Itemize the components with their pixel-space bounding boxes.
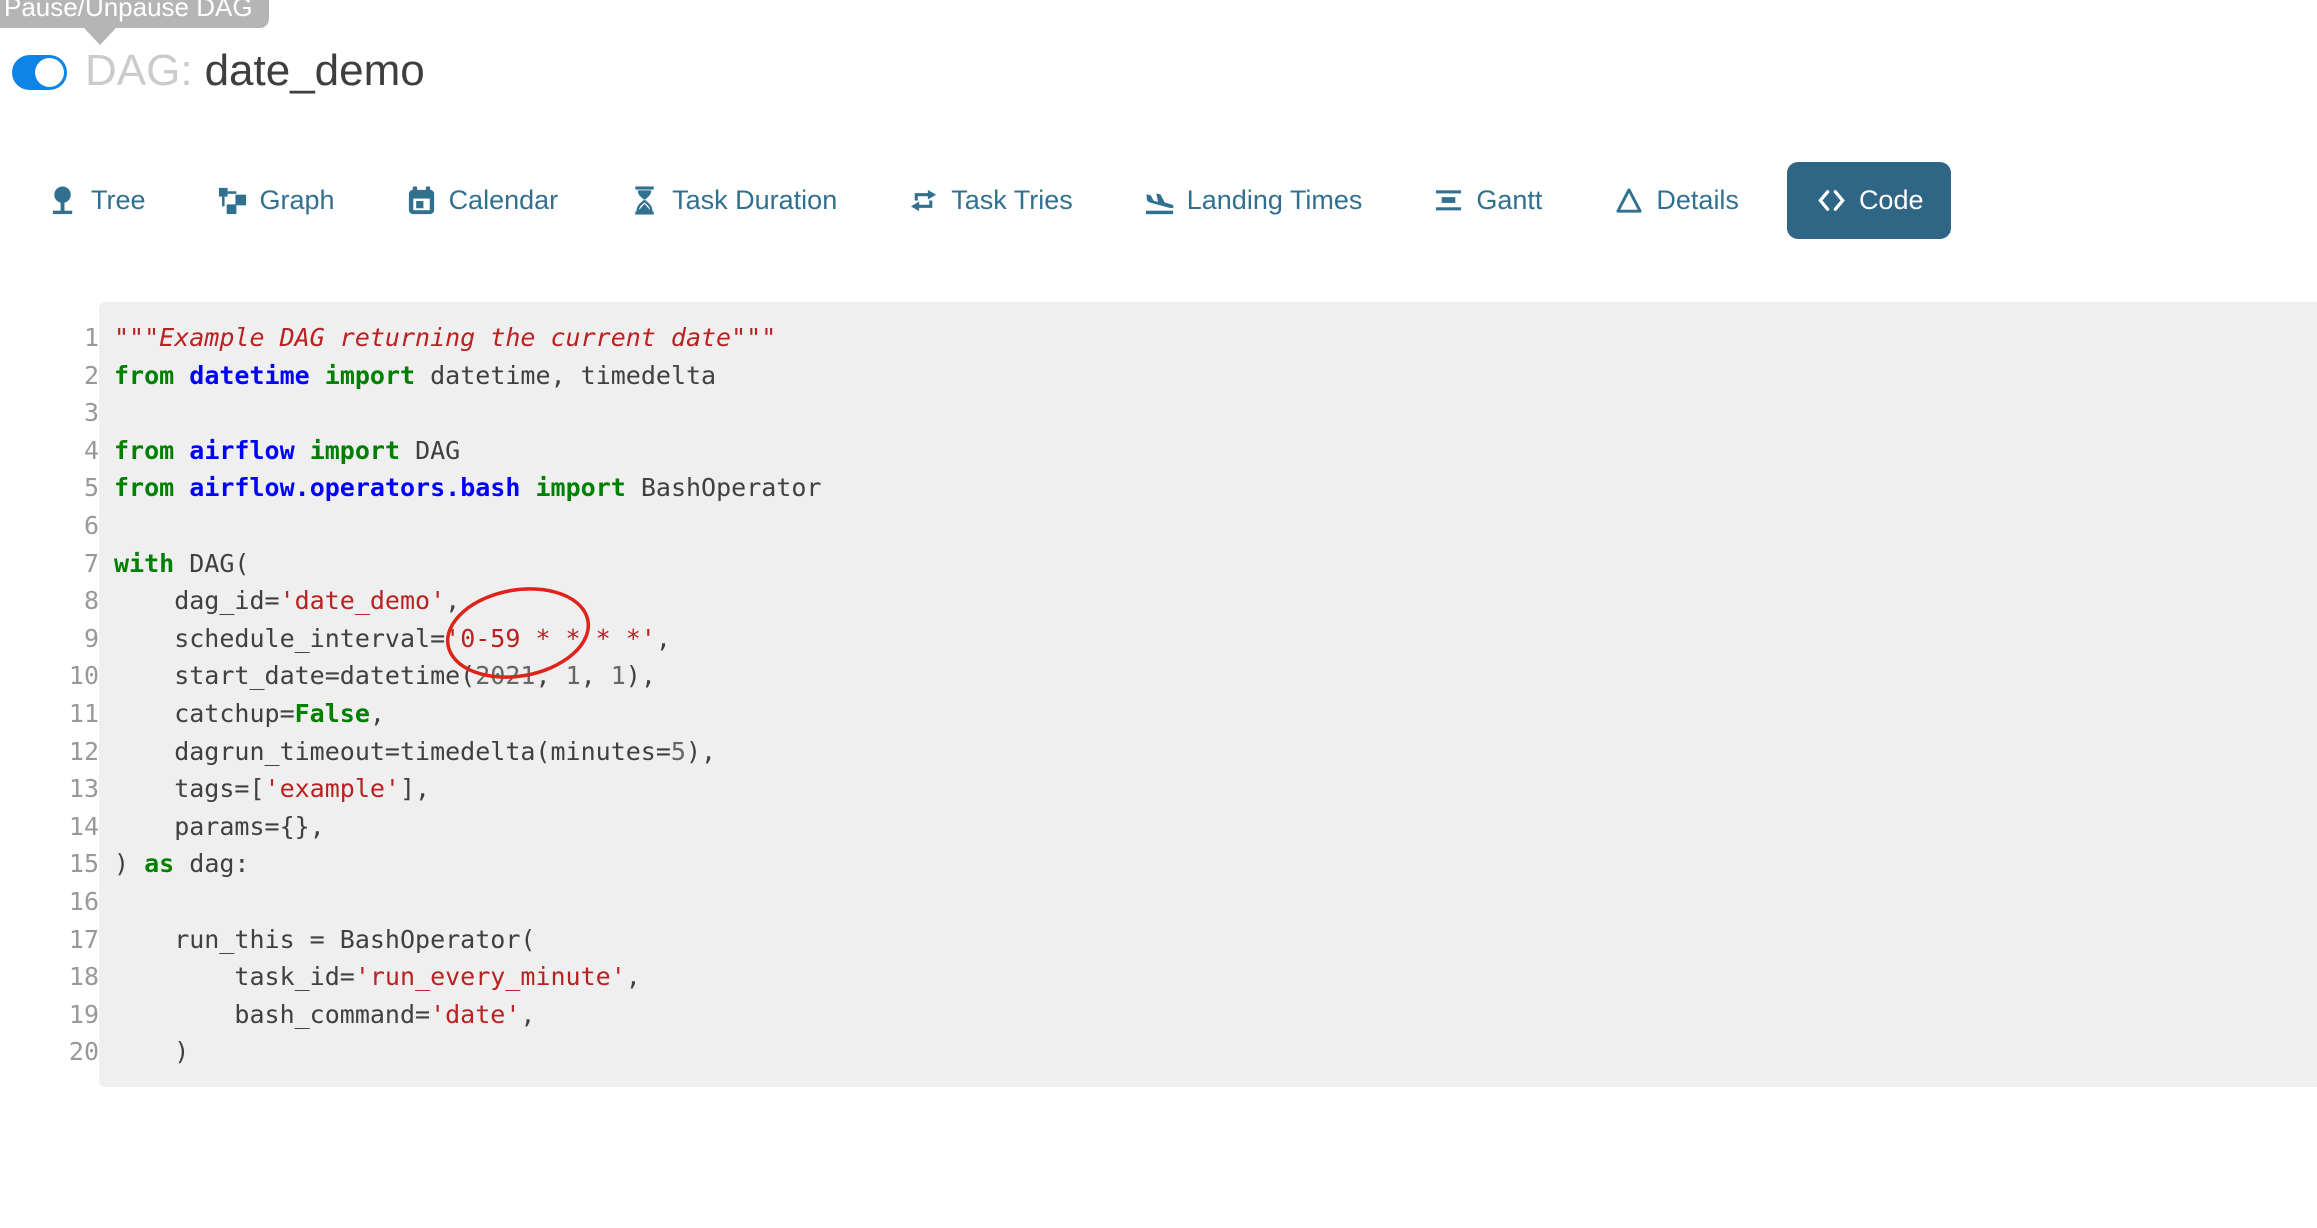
tab-label: Details [1656, 185, 1739, 216]
line-number: 7 [0, 545, 99, 583]
code-line: bash_command='date', [114, 996, 2307, 1034]
code-line: from datetime import datetime, timedelta [114, 357, 2307, 395]
tab-code[interactable]: Code [1787, 162, 1952, 239]
code-icon [1815, 184, 1848, 217]
tab-label: Tree [91, 185, 146, 216]
tab-details[interactable]: Details [1612, 184, 1739, 217]
airflow-dag-code-page: Pause/Unpause DAG DAG:date_demo Tree Grap… [0, 0, 2317, 1228]
code-line: schedule_interval='0-59 * * * *', [114, 620, 2307, 658]
code-line: from airflow import DAG [114, 432, 2307, 470]
pause-toggle-tooltip: Pause/Unpause DAG [0, 0, 269, 28]
line-number: 15 [0, 845, 99, 883]
calendar-icon [405, 184, 438, 217]
tooltip-arrow [84, 28, 116, 45]
code-line: task_id='run_every_minute', [114, 958, 2307, 996]
code-line: run_this = BashOperator( [114, 921, 2307, 959]
code-line: with DAG( [114, 545, 2307, 583]
line-number: 20 [0, 1033, 99, 1071]
code-block: 1234567891011121314151617181920 """Examp… [0, 302, 2317, 1087]
code-line: ) [114, 1033, 2307, 1071]
line-number: 1 [0, 319, 99, 357]
tab-label: Gantt [1476, 185, 1542, 216]
page-title: DAG:date_demo [85, 47, 425, 95]
tab-label: Landing Times [1187, 185, 1363, 216]
tab-landing-times[interactable]: Landing Times [1143, 184, 1363, 217]
code-line: dag_id='date_demo', [114, 582, 2307, 620]
code-line [114, 507, 2307, 545]
tab-task-tries[interactable]: Task Tries [907, 184, 1073, 217]
line-number: 10 [0, 657, 99, 695]
tab-label: Calendar [449, 185, 559, 216]
line-number: 13 [0, 770, 99, 808]
line-numbers: 1234567891011121314151617181920 [0, 302, 99, 1071]
toggle-knob [35, 58, 64, 87]
tab-calendar[interactable]: Calendar [405, 184, 559, 217]
plane-landing-icon [1143, 184, 1176, 217]
tooltip-text: Pause/Unpause DAG [4, 0, 253, 23]
line-number: 16 [0, 883, 99, 921]
code-line [114, 394, 2307, 432]
pause-unpause-toggle[interactable] [12, 55, 67, 90]
line-number: 8 [0, 582, 99, 620]
tree-icon [47, 184, 80, 217]
line-number: 6 [0, 507, 99, 545]
code-line: from airflow.operators.bash import BashO… [114, 469, 2307, 507]
line-number: 18 [0, 958, 99, 996]
line-number: 5 [0, 469, 99, 507]
tab-graph[interactable]: Graph [216, 184, 335, 217]
code-line: """Example DAG returning the current dat… [114, 319, 2307, 357]
tab-label: Graph [260, 185, 335, 216]
tab-label: Task Tries [951, 185, 1073, 216]
code-line: ) as dag: [114, 845, 2307, 883]
tab-label: Code [1859, 185, 1924, 216]
tab-tree[interactable]: Tree [47, 184, 146, 217]
code-lines: """Example DAG returning the current dat… [99, 302, 2317, 1087]
gantt-icon [1432, 184, 1465, 217]
tab-task-duration[interactable]: Task Duration [628, 184, 837, 217]
code-line: dagrun_timeout=timedelta(minutes=5), [114, 733, 2307, 771]
code-line: catchup=False, [114, 695, 2307, 733]
code-line: params={}, [114, 808, 2307, 846]
view-tabs: Tree Graph Calendar Task Duration Task Tries… [0, 161, 2317, 239]
line-number: 4 [0, 432, 99, 470]
line-number: 11 [0, 695, 99, 733]
tab-gantt[interactable]: Gantt [1432, 184, 1542, 217]
line-number: 2 [0, 357, 99, 395]
hourglass-icon [628, 184, 661, 217]
sitemap-icon [216, 184, 249, 217]
line-number: 14 [0, 808, 99, 846]
repeat-icon [907, 184, 940, 217]
line-number: 12 [0, 733, 99, 771]
line-number: 9 [0, 620, 99, 658]
tab-label: Task Duration [672, 185, 837, 216]
code-line [114, 883, 2307, 921]
line-number: 17 [0, 921, 99, 959]
dag-label: DAG: [85, 46, 193, 95]
code-line: start_date=datetime(2021, 1, 1), [114, 657, 2307, 695]
line-number: 19 [0, 996, 99, 1034]
dag-name: date_demo [205, 46, 425, 95]
triangle-icon [1612, 184, 1645, 217]
code-line: tags=['example'], [114, 770, 2307, 808]
line-number: 3 [0, 394, 99, 432]
